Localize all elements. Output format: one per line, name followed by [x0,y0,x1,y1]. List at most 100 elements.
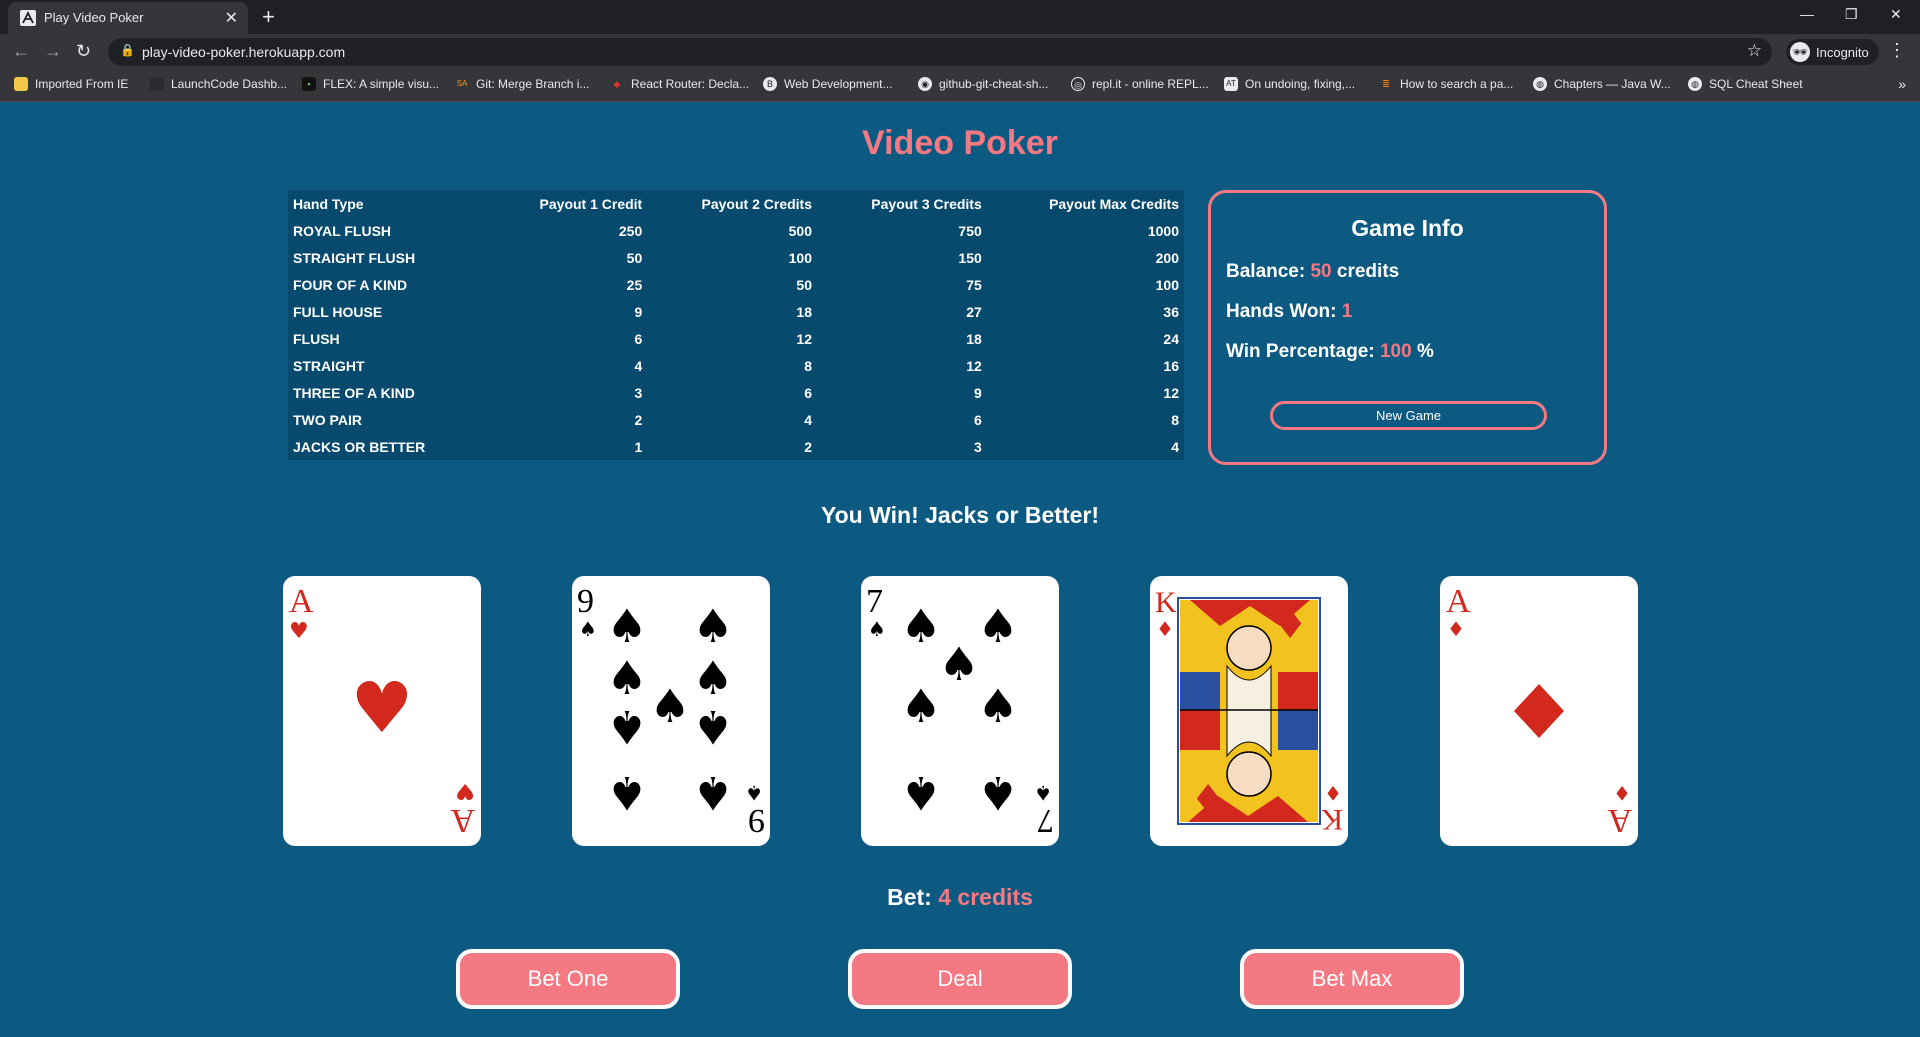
table-header-row: Hand Type Payout 1 Credit Payout 2 Credi… [288,190,1184,217]
bookmark-item[interactable]: ◍ SQL Cheat Sheet [1688,77,1803,91]
table-row: Flush 6 12 18 24 [288,325,1184,352]
spade-icon: ♠ [606,651,647,705]
bookmark-item[interactable]: B Web Development... [763,77,893,91]
browser-menu-icon[interactable]: ⋮ [1888,40,1906,61]
browser-toolbar: ← → ↻ 🔒 play-video-poker.herokuapp.com ☆… [0,34,1920,70]
diamond-icon: ♦ [1447,617,1465,641]
column-header: Payout 3 Credits [871,195,982,212]
bookmark-item[interactable]: ◍ Chapters — Java W... [1533,77,1671,91]
game-info-panel: Game Info Balance: 50 credits Hands Won:… [1208,190,1607,465]
bet-value: 4 credits [938,884,1033,910]
bookmark-star-icon[interactable]: ☆ [1747,41,1762,61]
tab-title: Play Video Poker [44,10,144,25]
browser-tab[interactable]: Play Video Poker ✕ [8,2,248,34]
url-text[interactable]: play-video-poker.herokuapp.com [142,44,345,60]
table-row: Full House 9 18 27 36 [288,298,1184,325]
king-portrait: ♦ ♦ [1180,600,1318,822]
win-percentage-line: Win Percentage: 100 % [1226,341,1434,363]
bookmark-favicon-icon: ▪ [302,77,316,91]
payout-cell: 8 [1171,411,1179,428]
card-rank: A [1446,583,1471,620]
bet-one-button[interactable]: Bet One [456,949,680,1009]
payout-cell: 500 [788,222,812,239]
bookmark-item[interactable]: ≣ How to search a pa... [1379,77,1513,91]
close-window-icon[interactable]: ✕ [1890,6,1902,23]
bet-max-button[interactable]: Bet Max [1240,949,1464,1009]
payout-cell: 4 [1171,438,1179,455]
diamond-icon: ♦ [1190,774,1226,820]
back-arrow-icon[interactable]: ← [12,41,30,62]
spade-icon: ♠ [900,599,941,653]
table-row: Straight 4 8 12 16 [288,352,1184,379]
more-bookmarks-icon[interactable]: » [1898,76,1906,92]
card-face: ♠ ♠ ♠ ♠ ♠ ♠ ♠ 7 ♠ 7 ♠ [866,583,1054,839]
restore-icon[interactable]: ❐ [1845,6,1858,23]
table-row: Royal Flush 250 500 750 1000 [288,217,1184,244]
playing-card-nine-of-spades[interactable]: ♠ ♠ ♠ ♠ ♠ ♠ ♠ ♠ ♠ 9 ♠ 9 ♠ [572,576,770,846]
bookmark-item[interactable]: ▪ FLEX: A simple visu... [302,77,439,91]
payout-cell: 18 [796,303,812,320]
payout-cell: 6 [804,384,812,401]
bookmark-item[interactable]: Imported From IE [14,77,128,91]
lock-icon[interactable]: 🔒 [120,43,135,57]
column-header: Hand Type [293,195,364,212]
new-tab-button[interactable]: + [262,4,275,30]
bookmark-favicon-icon: SA [455,77,469,91]
bet-display: Bet: 4 credits [0,884,1920,911]
payout-cell: 4 [634,357,643,374]
hand-type-cell: Full House [293,303,383,320]
incognito-badge[interactable]: 🕶 Incognito [1786,39,1879,65]
deal-button[interactable]: Deal [848,949,1072,1009]
new-game-button[interactable]: New Game [1270,401,1547,430]
playing-card-king-of-diamonds[interactable]: ♦ ♦ K ♦ K ♦ [1150,576,1348,846]
payout-cell: 3 [634,384,643,401]
payout-cell: 75 [966,276,982,293]
win-percentage-value: 100 [1379,341,1412,362]
address-bar[interactable]: 🔒 play-video-poker.herokuapp.com ☆ [108,38,1772,66]
payout-cell: 3 [973,438,982,455]
bookmark-favicon-icon: AT [1224,77,1238,91]
column-header: Payout Max Credits [1049,195,1179,212]
spade-icon: ♠ [579,617,597,641]
game-info-heading: Game Info [1351,215,1464,241]
payout-cell: 100 [1155,276,1179,293]
spade-icon: ♠ [900,766,941,820]
payout-cell: 50 [796,276,812,293]
payout-cell: 2 [804,438,812,455]
card-rank: 9 [748,802,765,839]
incognito-label: Incognito [1816,44,1869,60]
bookmark-item[interactable]: ◆ React Router: Decla... [610,77,749,91]
balance-value: 50 [1310,261,1332,282]
bookmark-favicon-icon: ◆ [610,77,624,91]
diamond-icon: ♦ [1156,617,1174,641]
card-face: ♦ ♦ K ♦ K ♦ [1155,586,1343,836]
win-percentage-label: Win Percentage: [1226,341,1375,362]
payout-cell: 750 [958,222,982,239]
playing-card-seven-of-spades[interactable]: ♠ ♠ ♠ ♠ ♠ ♠ ♠ 7 ♠ 7 ♠ [861,576,1059,846]
card-rank: 9 [577,583,594,620]
hand-type-cell: Straight Flush [293,249,416,266]
hands-won-value: 1 [1341,301,1353,322]
video-poker-page: Video Poker Hand Type Payout 1 Credit Pa… [0,102,1920,1037]
card-rank: A [1607,802,1632,839]
bookmark-item[interactable]: LaunchCode Dashb... [150,77,287,91]
minimize-icon[interactable]: — [1800,6,1814,22]
page-title: Video Poker [862,124,1058,162]
playing-card-ace-of-hearts[interactable]: A ♥ ♥ A ♥ [283,576,481,846]
forward-arrow-icon[interactable]: → [44,41,62,62]
payout-cell: 250 [618,222,643,239]
bookmark-favicon-icon [150,77,164,91]
bookmark-item[interactable]: AT On undoing, fixing,... [1224,77,1355,91]
bet-label: Bet: [887,884,932,910]
payout-cell: 27 [966,303,982,320]
bookmark-item[interactable]: ◉ github-git-cheat-sh... [918,77,1048,91]
bookmark-item[interactable]: SA Git: Merge Branch i... [455,77,589,91]
hands-won-line: Hands Won: 1 [1226,301,1352,323]
spade-icon: ♠ [745,781,763,805]
bookmark-item[interactable]: ◎ repl.it - online REPL... [1071,77,1209,91]
close-tab-icon[interactable]: ✕ [225,8,238,28]
playing-card-ace-of-diamonds[interactable]: A ♦ A ♦ [1440,576,1638,846]
reload-icon[interactable]: ↻ [76,41,91,62]
spade-icon: ♠ [692,651,733,705]
tab-strip: Play Video Poker ✕ + — ❐ ✕ [0,0,1920,34]
